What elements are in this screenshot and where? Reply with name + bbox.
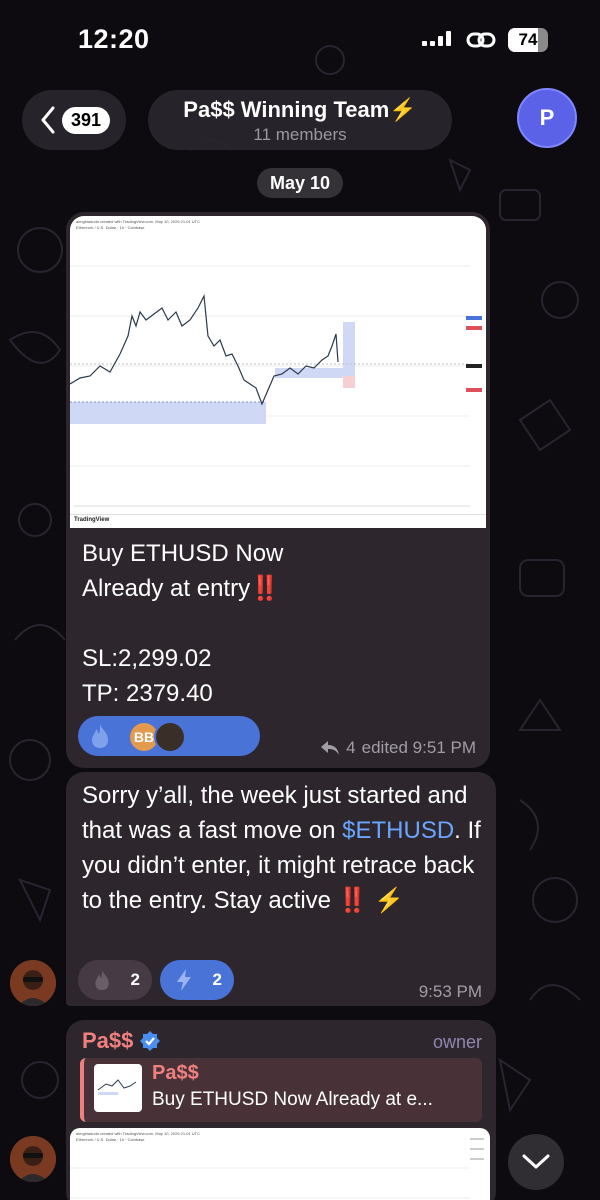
date-chip: May 10 — [257, 168, 343, 198]
link-icon — [466, 32, 496, 48]
reactor-avatar — [154, 721, 186, 753]
fire-icon — [92, 724, 108, 748]
fire-icon — [95, 970, 109, 990]
verified-badge-icon — [140, 1031, 161, 1051]
battery-indicator: 74 — [508, 28, 548, 52]
message-bubble[interactable]: Pa$$ owner Pa$$ Buy ETHUSD Now Already a… — [66, 1020, 496, 1200]
reaction-fire[interactable]: BB — [78, 716, 260, 756]
tradingview-logo: TradingView — [74, 517, 110, 523]
message-time: 9:53 PM — [418, 982, 482, 1001]
role-tag: owner — [432, 1032, 482, 1052]
reply-quote[interactable]: Pa$$ Buy ETHUSD Now Already at e... — [80, 1058, 482, 1122]
chat-title: Pa$$ Winning Team⚡️ — [183, 97, 417, 122]
cashtag-link[interactable]: $ETHUSD — [342, 817, 454, 844]
back-button[interactable]: 391 — [22, 90, 126, 150]
lightning-icon — [177, 969, 191, 991]
message-bubble[interactable]: Sorry y’all, the week just started and t… — [66, 772, 496, 1006]
group-avatar[interactable]: P — [517, 88, 577, 148]
chevron-down-icon — [522, 1154, 550, 1169]
chart-credit: aimgbladuda created with TradingView.com… — [76, 219, 200, 224]
unread-count-badge: 391 — [62, 106, 111, 134]
chart-image[interactable]: aimgbladuda created with TradingView.com… — [70, 1128, 490, 1200]
reply-sender: Pa$$ — [152, 1062, 199, 1084]
message-text: Buy ETHUSD Now Already at entry‼️ SL:2,2… — [82, 540, 284, 707]
message-text: Sorry y’all, the week just started and t… — [82, 782, 481, 914]
chart-symbol: Ethereum / U.S. Dollar · 1h · Coinbase — [76, 225, 145, 230]
sender-avatar[interactable] — [10, 1136, 56, 1182]
sender-name[interactable]: Pa$$ — [82, 1028, 161, 1054]
reply-thumbnail — [94, 1064, 142, 1112]
reply-snippet: Buy ETHUSD Now Already at e... — [152, 1089, 433, 1110]
member-count: 11 members — [253, 125, 347, 144]
reply-forward-icon — [321, 741, 340, 755]
chart-symbol: Ethereum / U.S. Dollar · 1h · Coinbase — [76, 1137, 145, 1142]
chart-credit: aimgbladuda created with TradingView.com… — [76, 1131, 200, 1136]
chat-header[interactable]: Pa$$ Winning Team⚡️ 11 members — [148, 90, 452, 150]
message-bubble[interactable]: aimgbladuda created with TradingView.com… — [66, 212, 490, 768]
sender-avatar[interactable] — [10, 960, 56, 1006]
status-time: 12:20 — [78, 24, 150, 54]
reaction-fire[interactable]: 2 — [78, 960, 152, 1000]
message-meta: 4 edited 9:51 PM — [320, 738, 476, 758]
status-bar: 12:20 74 — [0, 0, 600, 80]
signal-icon — [422, 31, 451, 46]
chevron-left-icon — [41, 106, 55, 134]
scroll-down-button[interactable] — [508, 1134, 564, 1190]
price-chart — [70, 265, 482, 507]
reaction-lightning[interactable]: 2 — [160, 960, 234, 1000]
chart-image[interactable]: aimgbladuda created with TradingView.com… — [70, 216, 486, 528]
